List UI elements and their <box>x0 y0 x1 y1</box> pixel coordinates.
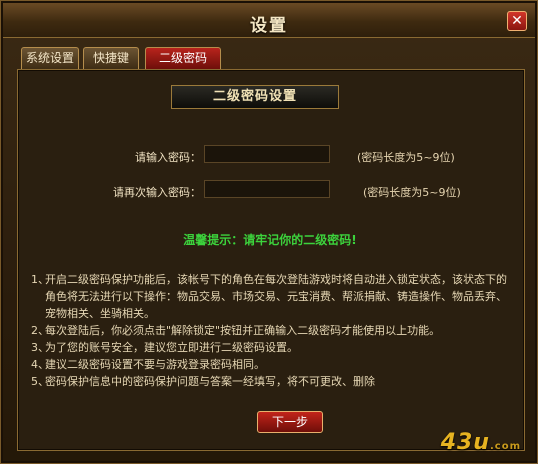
confirm-password-label: 请再次输入密码： <box>113 186 201 199</box>
next-step-button[interactable]: 下一步 <box>257 411 323 433</box>
notes-list: 1、 开启二级密码保护功能后，该帐号下的角色在每次登陆游戏时将自动进入锁定状态，… <box>31 271 517 390</box>
confirm-password-input[interactable] <box>204 180 330 198</box>
site-watermark-logo: 43u.com <box>441 430 521 455</box>
note-number: 1、 <box>31 273 49 286</box>
list-item: 2、 每次登陆后，你必须点击"解除锁定"按钮并正确输入二级密码才能使用以上功能。 <box>31 322 517 339</box>
confirm-password-hint: (密码长度为5~9位) <box>363 186 461 199</box>
list-item: 1、 开启二级密码保护功能后，该帐号下的角色在每次登陆游戏时将自动进入锁定状态，… <box>31 271 517 322</box>
watermark-suffix: .com <box>489 441 521 452</box>
tab-secondary-password[interactable]: 二级密码 <box>145 47 221 69</box>
note-text: 开启二级密码保护功能后，该帐号下的角色在每次登陆游戏时将自动进入锁定状态，该状态… <box>45 273 507 320</box>
password-hint: (密码长度为5~9位) <box>357 151 455 164</box>
secondary-password-panel <box>17 69 525 451</box>
panel-heading: 二级密码设置 <box>171 85 339 109</box>
note-text: 建议二级密码设置不要与游戏登录密码相同。 <box>45 358 265 371</box>
note-text: 每次登陆后，你必须点击"解除锁定"按钮并正确输入二级密码才能使用以上功能。 <box>45 324 441 337</box>
list-item: 3、 为了您的账号安全，建议您立即进行二级密码设置。 <box>31 339 517 356</box>
settings-window: 设置 ✕ 系统设置 快捷键 二级密码 二级密码设置 请输入密码： (密码长度为5… <box>0 0 538 464</box>
title-bar: 设置 ✕ <box>3 3 535 38</box>
list-item: 5、 密码保护信息中的密码保护问题与答案一经填写，将不可更改、删除 <box>31 373 517 390</box>
tab-system-settings[interactable]: 系统设置 <box>21 47 79 69</box>
watermark-text: 43u <box>440 430 490 455</box>
list-item: 4、 建议二级密码设置不要与游戏登录密码相同。 <box>31 356 517 373</box>
note-text: 为了您的账号安全，建议您立即进行二级密码设置。 <box>45 341 298 354</box>
password-label: 请输入密码： <box>135 151 201 164</box>
close-icon[interactable]: ✕ <box>507 11 527 31</box>
reminder-text: 温馨提示：请牢记你的二级密码! <box>183 233 357 247</box>
note-number: 3、 <box>31 341 49 354</box>
note-number: 5、 <box>31 375 49 388</box>
tab-hotkeys[interactable]: 快捷键 <box>83 47 139 69</box>
note-text: 密码保护信息中的密码保护问题与答案一经填写，将不可更改、删除 <box>45 375 375 388</box>
note-number: 2、 <box>31 324 49 337</box>
note-number: 4、 <box>31 358 49 371</box>
password-input[interactable] <box>204 145 330 163</box>
window-title: 设置 <box>250 16 288 36</box>
